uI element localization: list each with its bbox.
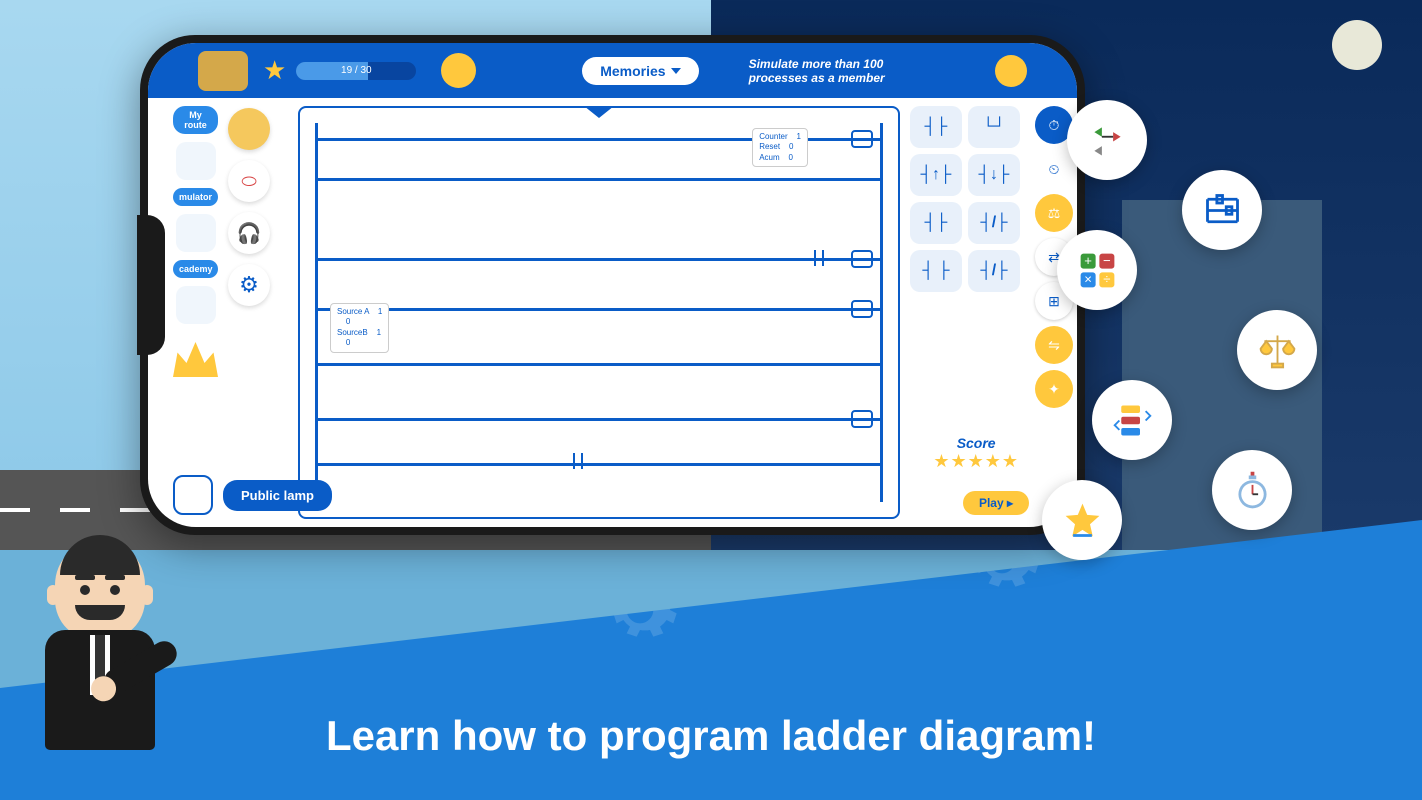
character-tesla: [20, 520, 180, 800]
float-move-icon: [1092, 380, 1172, 460]
tab-simulator[interactable]: mulator: [173, 188, 218, 206]
output-coil-4[interactable]: [851, 410, 873, 428]
star-icon: ★: [263, 55, 286, 86]
contact-4[interactable]: [569, 453, 587, 469]
cat-counters[interactable]: ⏲: [1035, 150, 1073, 188]
hint-icon[interactable]: [995, 55, 1027, 87]
pal-contact-nc[interactable]: ┤/├: [968, 202, 1020, 244]
lamp-label[interactable]: Public lamp: [223, 480, 332, 511]
float-math-icon: +−× ÷: [1057, 230, 1137, 310]
canvas-pull-tab[interactable]: [584, 106, 614, 118]
gear-icon: [600, 570, 680, 650]
tab-my-route[interactable]: My route: [173, 106, 218, 134]
tool-column: ⬭ 🎧 ⚙: [223, 98, 293, 527]
folder-tool[interactable]: [228, 108, 270, 150]
float-timer-icon: [1212, 450, 1292, 530]
simulator-icon[interactable]: [176, 214, 216, 252]
ladder-canvas[interactable]: Counter 1 Reset 0 Acum 0 Source A 1 0 So…: [298, 106, 900, 519]
xp-progress[interactable]: 19 / 30: [296, 62, 416, 80]
phone-frame: ★ 19 / 30 Memories Simulate more than 10…: [140, 35, 1085, 535]
svg-text:−: −: [1103, 252, 1111, 267]
pal-contact-nc2[interactable]: ┤/├: [968, 250, 1020, 292]
settings-tool[interactable]: ⚙: [228, 264, 270, 306]
svg-text:×: ×: [1084, 271, 1092, 286]
trophy-icon[interactable]: [441, 53, 476, 88]
crown-icon[interactable]: [173, 342, 218, 377]
output-coil-3[interactable]: [851, 300, 873, 318]
float-circuit-icon: [1182, 170, 1262, 250]
footer-bar: Public lamp: [173, 475, 332, 515]
float-led-icon: [1067, 100, 1147, 180]
score-label: Score: [933, 435, 1019, 451]
academy-icon[interactable]: [176, 286, 216, 324]
counter-block[interactable]: Counter 1 Reset 0 Acum 0: [752, 128, 808, 167]
pal-rise[interactable]: ┤↑├: [910, 154, 962, 196]
float-scale-icon: [1237, 310, 1317, 390]
cat-compare[interactable]: ⚖: [1035, 194, 1073, 232]
pal-contact-no[interactable]: ┤├: [910, 106, 962, 148]
float-star-icon: [1042, 480, 1122, 560]
svg-text:÷: ÷: [1103, 271, 1110, 286]
pal-contact-3[interactable]: ┤ ├: [910, 250, 962, 292]
cat-more[interactable]: ✦: [1035, 370, 1073, 408]
route-icon[interactable]: [176, 142, 216, 180]
play-button[interactable]: Play ▸: [963, 491, 1029, 515]
cat-move[interactable]: ⇋: [1035, 326, 1073, 364]
lamp-icon[interactable]: [173, 475, 213, 515]
rung-4[interactable]: [315, 418, 883, 421]
memories-button[interactable]: Memories: [582, 57, 698, 85]
compare-block[interactable]: Source A 1 0 SourceB 1 0: [330, 303, 389, 353]
contact-2[interactable]: [810, 250, 828, 266]
eraser-tool[interactable]: ⬭: [228, 160, 270, 202]
rung-2[interactable]: [315, 258, 883, 261]
output-coil-2[interactable]: [851, 250, 873, 268]
xp-text: 19 / 30: [296, 62, 416, 80]
headline-text: Learn how to program ladder diagram!: [0, 712, 1422, 760]
score-stars: ★★★★★: [933, 451, 1019, 472]
tab-academy[interactable]: cademy: [173, 260, 218, 278]
svg-text:+: +: [1084, 252, 1092, 267]
output-coil-1[interactable]: [851, 130, 873, 148]
phone-notch: [137, 215, 165, 355]
rung-1b[interactable]: [315, 178, 883, 181]
memories-label: Memories: [600, 63, 665, 79]
pal-contact-2[interactable]: ┤├: [910, 202, 962, 244]
level-badge[interactable]: [198, 51, 248, 91]
app-topbar: ★ 19 / 30 Memories Simulate more than 10…: [148, 43, 1077, 98]
pal-fall[interactable]: ┤↓├: [968, 154, 1020, 196]
score-display: Score ★★★★★: [933, 435, 1019, 472]
category-column: ⏱ ⏲ ⚖ ⇄ ⊞ ⇋ ✦: [1035, 98, 1077, 527]
rung-4b[interactable]: [315, 463, 883, 466]
rung-3b[interactable]: [315, 363, 883, 366]
rung-3[interactable]: [315, 308, 883, 311]
pal-branch[interactable]: └┘: [968, 106, 1020, 148]
headphones-tool[interactable]: 🎧: [228, 212, 270, 254]
moon-icon: [1332, 20, 1382, 70]
promo-banner: Learn how to program ladder diagram!: [0, 520, 1422, 800]
promo-message[interactable]: Simulate more than 100 processes as a me…: [709, 57, 985, 85]
